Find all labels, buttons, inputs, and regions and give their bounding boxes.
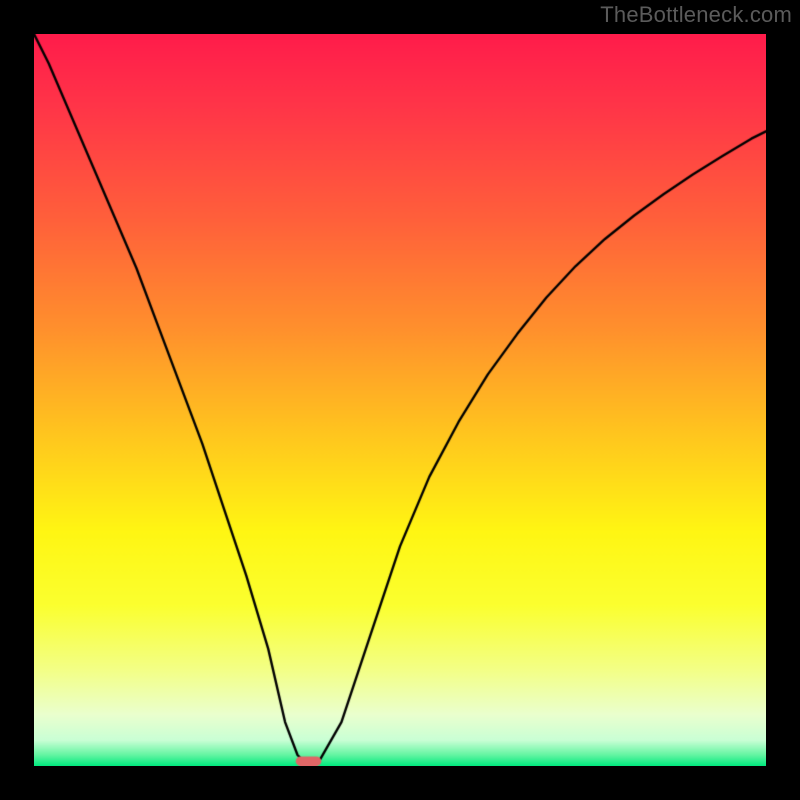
attribution-text: TheBottleneck.com <box>600 2 792 28</box>
chart-frame: TheBottleneck.com <box>0 0 800 800</box>
plot-area <box>34 34 766 766</box>
curve-canvas <box>34 34 766 766</box>
